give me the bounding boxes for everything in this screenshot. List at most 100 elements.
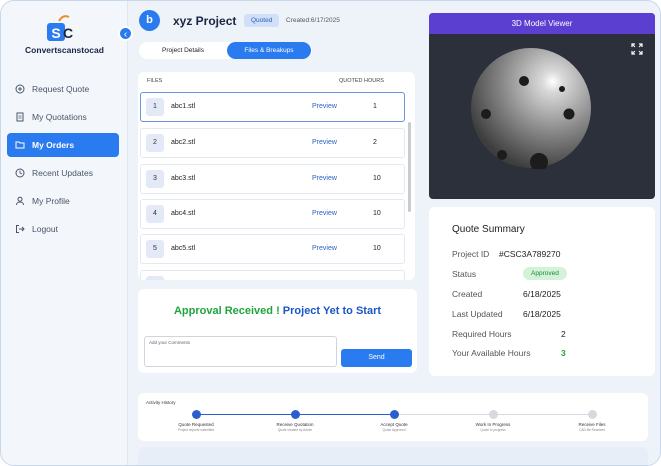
step-label: Receive Files xyxy=(578,422,606,427)
approved-badge: Approved xyxy=(523,267,567,280)
sidebar-item-logout[interactable]: Logout xyxy=(7,217,119,241)
preview-link[interactable]: Preview xyxy=(312,210,337,217)
plus-circle-icon xyxy=(15,84,25,94)
row-number: 5 xyxy=(146,240,164,258)
sidebar: S C Convertscanstocad Request Quote My Q… xyxy=(1,1,128,465)
approval-message: Approval Received ! Project Yet to Start xyxy=(138,305,417,317)
expand-icon[interactable] xyxy=(631,43,643,55)
viewer-title: 3D Model Viewer xyxy=(429,13,655,34)
file-name: abc1.stl xyxy=(171,103,196,110)
summary-value: 2 xyxy=(561,329,566,339)
quoted-hours: 10 xyxy=(373,175,381,182)
activity-step: Accept Quote Quote Approved xyxy=(364,410,424,432)
quote-summary-panel: Quote Summary Project ID #CSC3A789270 St… xyxy=(429,207,655,376)
quoted-hours: 2 xyxy=(373,139,377,146)
sidebar-item-label: Logout xyxy=(32,224,58,234)
summary-value: #CSC3A789270 xyxy=(499,249,561,259)
send-button[interactable]: Send xyxy=(341,349,412,367)
column-header-quoted-hours: QUOTED HOURS xyxy=(339,78,384,84)
preview-link[interactable]: Preview xyxy=(312,103,337,110)
column-header-files: FILES xyxy=(147,78,163,84)
activity-step: Quote Requested Project request submitte… xyxy=(166,410,226,432)
sidebar-item-label: My Orders xyxy=(32,140,75,150)
sidebar-item-my-quotations[interactable]: My Quotations xyxy=(7,105,119,129)
table-row[interactable]: 4 abc4.stl Preview 10 xyxy=(140,199,405,229)
status-badge: Quoted xyxy=(244,14,280,27)
summary-label: Your Available Hours xyxy=(452,348,531,358)
summary-row-created: Created 6/18/2025 xyxy=(452,289,642,299)
chevron-left-icon: ‹ xyxy=(123,29,128,40)
quoted-hours: 1 xyxy=(373,103,377,110)
sidebar-item-my-profile[interactable]: My Profile xyxy=(7,189,119,213)
step-done-icon xyxy=(290,410,300,419)
step-sub: Quote Approved xyxy=(382,428,406,432)
file-name: abc2.stl xyxy=(171,139,196,146)
step-label: Receive Quotation xyxy=(276,422,314,427)
clock-icon xyxy=(15,168,25,178)
summary-value: 6/18/2025 xyxy=(523,289,561,299)
quoted-hours: 10 xyxy=(373,245,381,252)
folder-icon xyxy=(15,140,25,150)
step-label: Work In Progress xyxy=(475,422,511,427)
step-sub: Quote in progress xyxy=(480,428,506,432)
avatar: b xyxy=(139,10,160,31)
approval-panel: Approval Received ! Project Yet to Start… xyxy=(138,289,417,373)
svg-text:C: C xyxy=(63,25,73,41)
row-number: 3 xyxy=(146,170,164,188)
table-row[interactable]: 2 abc2.stl Preview 2 xyxy=(140,128,405,158)
sidebar-nav: Request Quote My Quotations My Orders Re… xyxy=(7,77,119,245)
collapse-sidebar-button[interactable]: ‹ xyxy=(118,26,133,41)
document-icon xyxy=(15,112,25,122)
activity-history-panel: Activity History Quote Requested Project… xyxy=(138,393,648,441)
step-pending-icon xyxy=(488,410,498,419)
svg-text:S: S xyxy=(51,25,60,41)
app-window: S C Convertscanstocad Request Quote My Q… xyxy=(0,0,661,466)
tab-files-breakups[interactable]: Files & Breakups xyxy=(227,42,311,59)
step-sub: Project request submitted xyxy=(177,428,215,432)
file-name: abc3.stl xyxy=(171,175,196,182)
created-date: Created:6/17/2025 xyxy=(286,17,340,24)
summary-label: Status xyxy=(452,269,477,279)
row-number: 1 xyxy=(146,98,164,116)
sidebar-item-label: My Profile xyxy=(32,196,70,206)
step-sub: Quote created by Admin xyxy=(277,428,313,432)
tab-bar: Project Details Files & Breakups xyxy=(139,42,312,59)
file-name: abc5.stl xyxy=(171,245,196,252)
row-number xyxy=(146,276,164,280)
table-row-partial[interactable] xyxy=(140,270,405,280)
summary-label: Required Hours xyxy=(452,329,512,339)
comment-input[interactable]: Add your Comments xyxy=(144,336,337,367)
model-viewer[interactable]: 3D Model Viewer xyxy=(429,13,655,199)
sidebar-item-label: My Quotations xyxy=(32,112,87,122)
table-row[interactable]: 5 abc5.stl Preview 10 xyxy=(140,234,405,264)
table-row[interactable]: 1 abc1.stl Preview 1 xyxy=(140,92,405,122)
brand-logo: S C xyxy=(47,15,73,41)
sidebar-item-label: Recent Updates xyxy=(32,168,93,178)
sidebar-item-my-orders[interactable]: My Orders xyxy=(7,133,119,157)
summary-row-required-hours: Required Hours 2 xyxy=(452,329,642,339)
activity-step: Work In Progress Quote in progress xyxy=(463,410,523,432)
preview-link[interactable]: Preview xyxy=(312,175,337,182)
sidebar-item-request-quote[interactable]: Request Quote xyxy=(7,77,119,101)
brand-name: Convertscanstocad xyxy=(25,45,104,55)
summary-label: Created xyxy=(452,289,483,299)
tab-project-details[interactable]: Project Details xyxy=(139,42,227,59)
activity-title: Activity History xyxy=(146,400,176,405)
preview-link[interactable]: Preview xyxy=(312,139,337,146)
approval-received-text: Approval Received ! xyxy=(173,305,280,317)
sidebar-item-recent-updates[interactable]: Recent Updates xyxy=(7,161,119,185)
file-name: abc4.stl xyxy=(171,210,196,217)
table-row[interactable]: 3 abc3.stl Preview 10 xyxy=(140,164,405,194)
step-pending-icon xyxy=(587,410,597,419)
user-icon xyxy=(15,196,25,206)
summary-row-available-hours: Your Available Hours 3 xyxy=(452,348,642,358)
step-sub: CAD file Received xyxy=(579,428,605,432)
preview-link[interactable]: Preview xyxy=(312,245,337,252)
step-done-icon xyxy=(389,410,399,419)
row-number: 2 xyxy=(146,134,164,152)
summary-label: Last Updated xyxy=(452,309,503,319)
files-scrollbar[interactable] xyxy=(408,122,411,212)
summary-row-last-updated: Last Updated 6/18/2025 xyxy=(452,309,642,319)
sphere-model xyxy=(471,48,591,169)
quoted-hours: 10 xyxy=(373,210,381,217)
